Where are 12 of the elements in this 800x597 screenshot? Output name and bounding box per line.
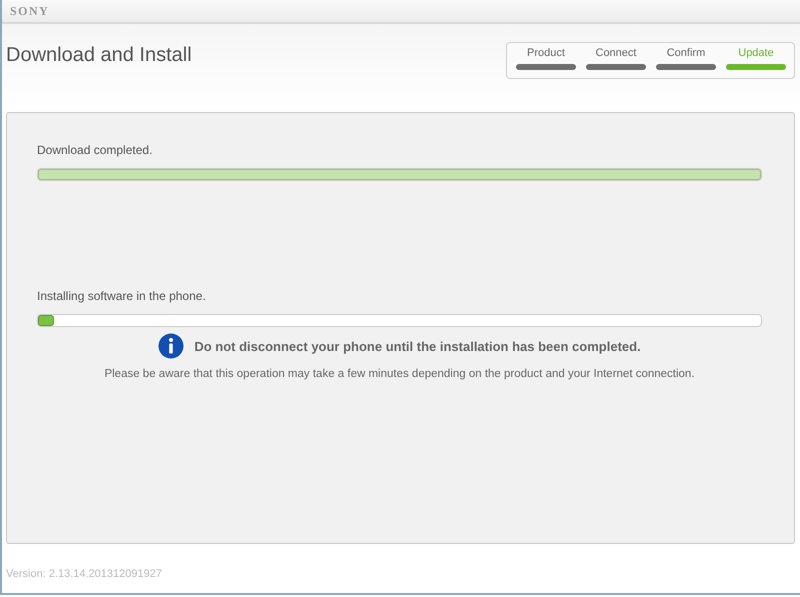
step-label: Product bbox=[527, 47, 565, 59]
info-message: Please be aware that this operation may take a few minutes depending on the product and your Internet connection. bbox=[104, 368, 695, 380]
page-title: Download and Install bbox=[6, 44, 192, 67]
task-label: Download completed. bbox=[37, 143, 154, 157]
task-label: Installing software in the phone. bbox=[37, 289, 207, 303]
version-text: Version: 2.13.14.201312091927 bbox=[6, 568, 162, 580]
warning-message: Do not disconnect your phone until the installation has been completed. bbox=[194, 338, 641, 354]
step-label: Connect bbox=[596, 47, 636, 59]
info-icon bbox=[158, 333, 184, 359]
step-label: Update bbox=[738, 47, 774, 59]
step-label: Confirm bbox=[666, 47, 706, 59]
brand-logo: SONY bbox=[10, 4, 50, 18]
